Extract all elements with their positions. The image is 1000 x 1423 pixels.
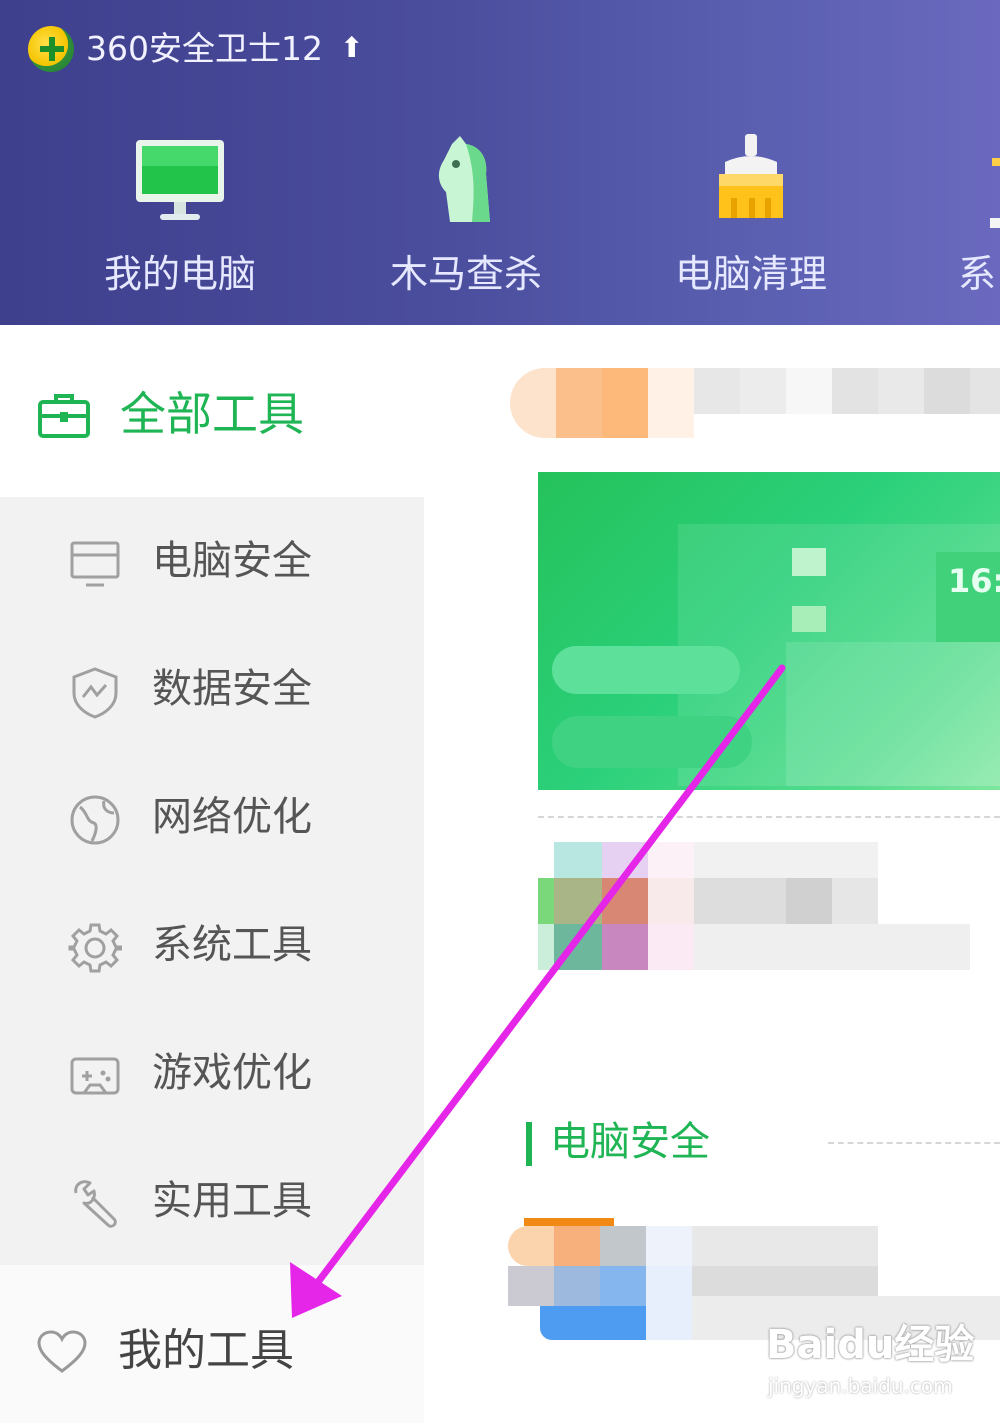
sidebar-item-label: 数据安全 bbox=[152, 666, 312, 712]
divider bbox=[538, 816, 1000, 818]
category-list: 电脑安全 数据安全 网络优化 系统工具 游戏优化 实用工具 bbox=[0, 497, 424, 1265]
banner-clock: 16: bbox=[948, 562, 1000, 600]
divider bbox=[828, 1142, 1000, 1144]
sidebar-item-label: 电脑安全 bbox=[152, 538, 312, 584]
sidebar-item-my-tools[interactable]: 我的工具 bbox=[0, 1265, 424, 1423]
my-tools-label: 我的工具 bbox=[118, 1325, 294, 1376]
up-arrow-icon[interactable]: ⬆ bbox=[340, 30, 363, 66]
nav-label: 电脑清理 bbox=[674, 252, 827, 296]
sidebar-item-label: 系统工具 bbox=[152, 922, 312, 968]
sidebar-item-network[interactable]: 网络优化 bbox=[0, 753, 424, 881]
sidebar-item-utilities[interactable]: 实用工具 bbox=[0, 1137, 424, 1265]
nav-my-computer[interactable]: 我的电脑 bbox=[80, 128, 280, 308]
search-strip[interactable] bbox=[510, 368, 1000, 438]
banner-folder-icon bbox=[792, 606, 826, 632]
shield-icon bbox=[72, 667, 118, 719]
nav-trojan-scan[interactable]: 木马查杀 bbox=[366, 128, 566, 308]
sidebar-item-label: 网络优化 bbox=[152, 794, 312, 840]
sidebar-item-game[interactable]: 游戏优化 bbox=[0, 1009, 424, 1137]
sidebar-item-data-security[interactable]: 数据安全 bbox=[0, 625, 424, 753]
all-tools-label: 全部工具 bbox=[120, 387, 304, 441]
nav-label: 系 bbox=[958, 252, 997, 296]
globe-icon bbox=[70, 795, 120, 845]
heart-icon bbox=[37, 1330, 87, 1373]
toolbox-icon bbox=[38, 394, 90, 438]
nav-cleanup[interactable]: 电脑清理 bbox=[651, 128, 851, 308]
all-tools-header[interactable]: 全部工具 bbox=[0, 360, 430, 470]
sidebar-item-label: 游戏优化 bbox=[152, 1050, 312, 1096]
sidebar-item-system-tools[interactable]: 系统工具 bbox=[0, 881, 424, 1009]
broom-icon bbox=[719, 134, 783, 218]
section-marker bbox=[526, 1122, 532, 1166]
sidebar-item-label: 实用工具 bbox=[152, 1178, 312, 1224]
header-bar: 360安全卫士12 ⬆ 我的电脑 木马查杀 电脑清理 系 bbox=[0, 0, 1000, 325]
sidebar-item-pc-security[interactable]: 电脑安全 bbox=[0, 497, 424, 625]
section-title-text: 电脑安全 bbox=[550, 1119, 710, 1165]
watermark-url: jingyan.baidu.com bbox=[768, 1374, 953, 1398]
feature-banner[interactable] bbox=[538, 472, 1000, 790]
banner-monitor-icon bbox=[792, 548, 826, 576]
gamepad-icon bbox=[70, 1057, 120, 1095]
tool-card[interactable] bbox=[538, 842, 1000, 972]
monitor-icon bbox=[136, 140, 224, 220]
system-icon bbox=[990, 158, 1000, 228]
horse-icon bbox=[438, 136, 490, 222]
app-title: 360安全卫士12 bbox=[86, 29, 323, 68]
monitor-outline-icon bbox=[70, 541, 120, 587]
watermark-brand: Baidu经验 bbox=[766, 1322, 975, 1368]
nav-label: 木马查杀 bbox=[389, 252, 542, 296]
app-logo-icon bbox=[28, 26, 74, 72]
baidu-watermark: Baidu经验 jingyan.baidu.com bbox=[766, 1312, 996, 1412]
nav-system[interactable]: 系 bbox=[936, 128, 1000, 308]
wrench-icon bbox=[74, 1180, 117, 1228]
nav-label: 我的电脑 bbox=[103, 252, 256, 296]
gear-icon bbox=[68, 923, 122, 973]
